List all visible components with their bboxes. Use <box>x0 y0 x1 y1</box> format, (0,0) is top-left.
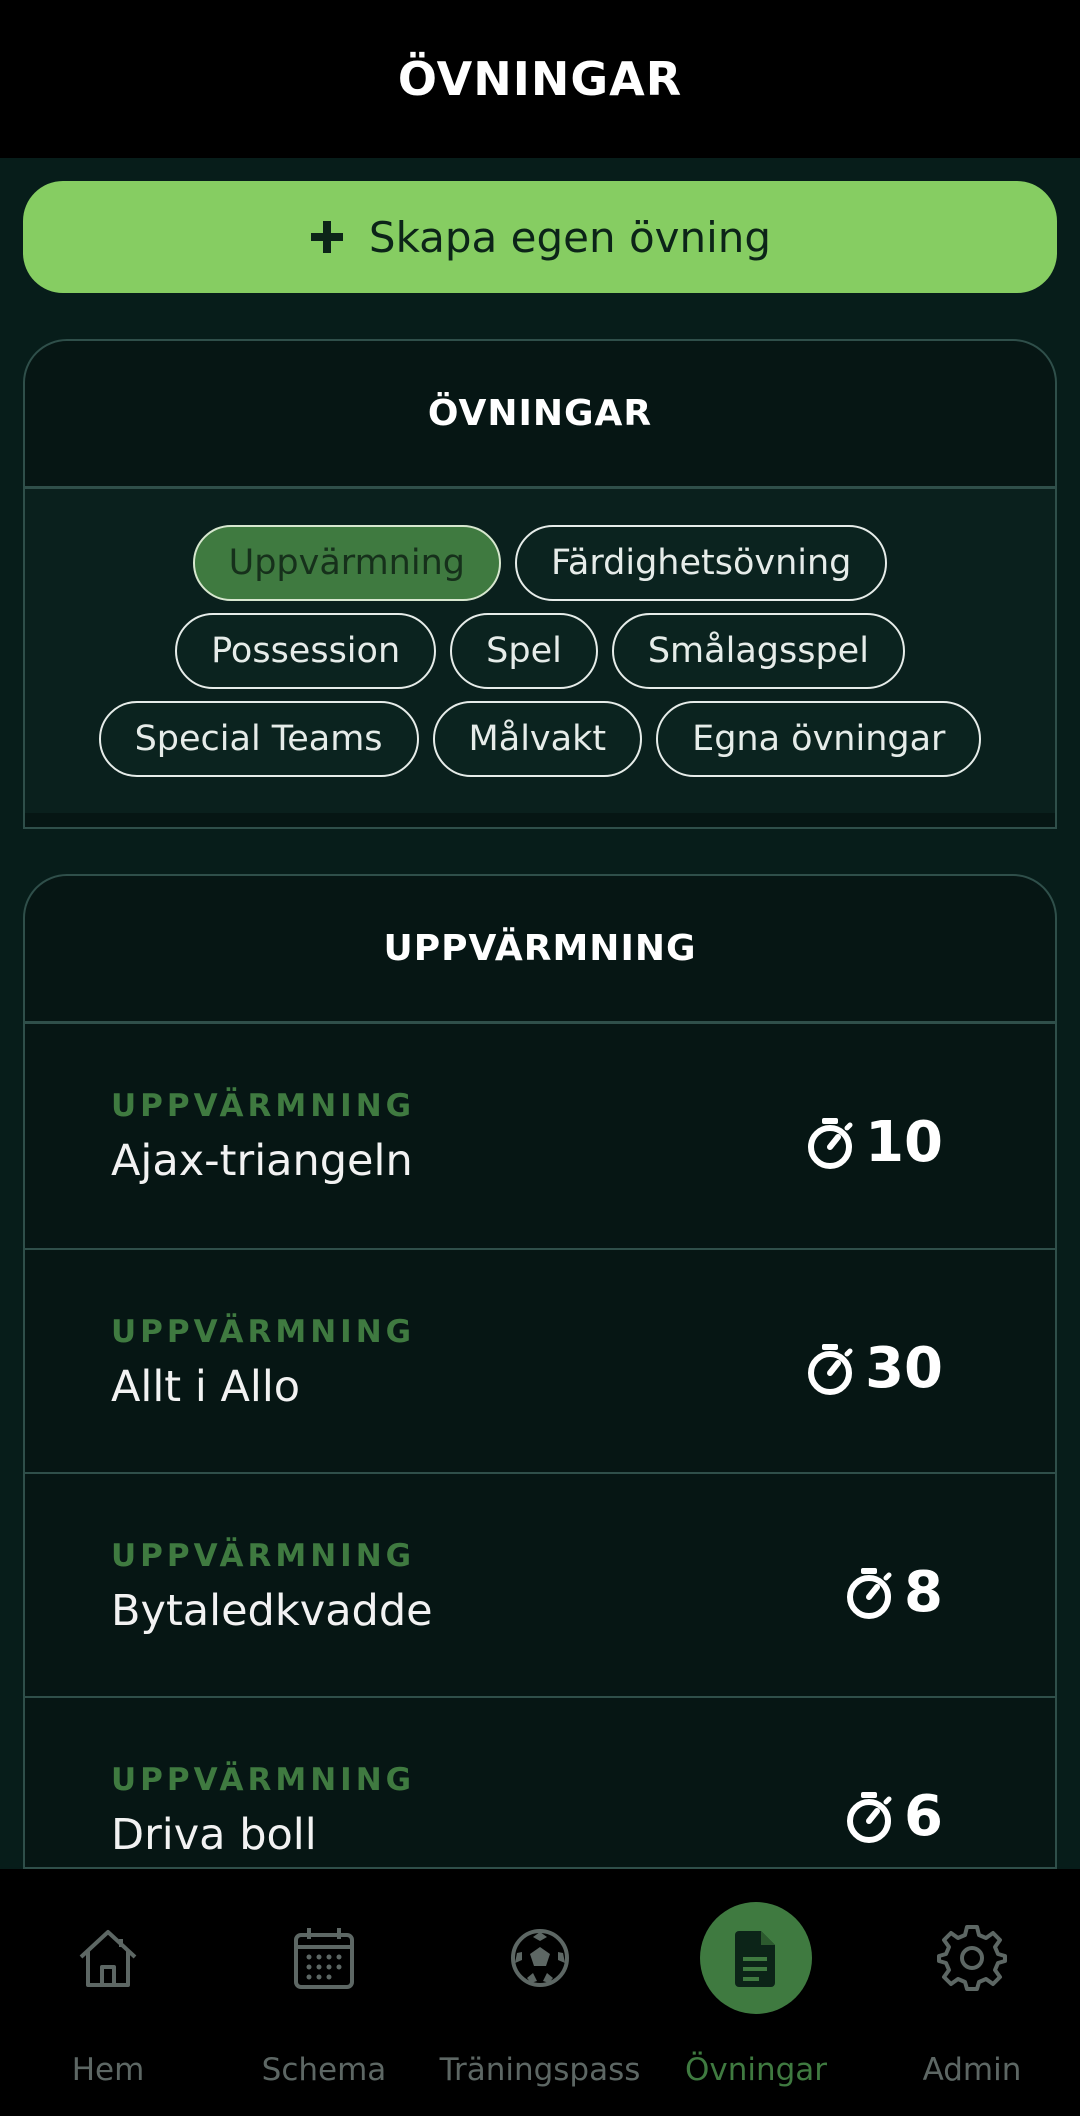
stopwatch-icon <box>847 1567 892 1619</box>
exercise-minutes: 30 <box>865 1336 943 1401</box>
exercise-duration: 30 <box>805 1336 943 1401</box>
plus-icon <box>310 221 343 253</box>
exercise-name: Allt i Allo <box>111 1362 301 1412</box>
exercise-minutes: 6 <box>904 1784 943 1849</box>
home-icon <box>52 1902 164 2014</box>
exercise-duration: 10 <box>805 1110 943 1175</box>
exercises-card: UPPVÄRMNING UPPVÄRMNING Ajax-triangeln 1… <box>23 874 1057 1869</box>
exercises-card-title: UPPVÄRMNING <box>25 876 1055 1024</box>
create-exercise-button[interactable]: Skapa egen övning <box>23 181 1057 293</box>
chip-smalagsspel[interactable]: Smålagsspel <box>611 613 905 689</box>
nav-ovningar[interactable]: Övningar <box>648 1869 864 2116</box>
filters-card-title: ÖVNINGAR <box>25 341 1055 489</box>
page-title: ÖVNINGAR <box>397 52 683 106</box>
calendar-icon <box>268 1902 380 2014</box>
filter-chips: Uppvärmning Färdighetsövning Possession … <box>25 489 1055 813</box>
nav-label: Hem <box>71 2052 145 2088</box>
stopwatch-icon <box>847 1791 892 1843</box>
nav-label: Träningspass <box>439 2052 641 2088</box>
chip-spel[interactable]: Spel <box>450 613 598 689</box>
exercise-minutes: 10 <box>865 1110 943 1175</box>
chip-uppvarmning[interactable]: Uppvärmning <box>192 525 501 601</box>
exercise-category: UPPVÄRMNING <box>111 1762 416 1798</box>
exercise-minutes: 8 <box>904 1560 943 1625</box>
soccer-ball-icon <box>484 1902 596 2014</box>
nav-label: Övningar <box>684 2052 828 2088</box>
create-exercise-label: Skapa egen övning <box>368 212 772 262</box>
filters-card: ÖVNINGAR Uppvärmning Färdighetsövning Po… <box>23 339 1057 829</box>
exercise-name: Bytaledkvadde <box>111 1586 433 1636</box>
stopwatch-icon <box>808 1343 853 1395</box>
chip-egna-ovningar[interactable]: Egna övningar <box>656 701 982 777</box>
exercise-item[interactable]: UPPVÄRMNING Ajax-triangeln 10 <box>25 1024 1055 1248</box>
nav-label: Schema <box>261 2052 387 2088</box>
bottom-navigation: Hem Schema Träningspass Övningar Admin <box>0 1869 1080 2116</box>
nav-hem[interactable]: Hem <box>0 1869 216 2116</box>
nav-label: Admin <box>922 2052 1022 2088</box>
gear-icon <box>916 1902 1028 2014</box>
exercise-name: Driva boll <box>111 1810 317 1860</box>
exercise-category: UPPVÄRMNING <box>111 1314 416 1350</box>
chip-fardighetsovning[interactable]: Färdighetsövning <box>514 525 888 601</box>
top-bar: ÖVNINGAR <box>0 0 1080 158</box>
exercise-duration: 8 <box>844 1560 943 1625</box>
exercise-list: UPPVÄRMNING Ajax-triangeln 10 UPPVÄRMNIN… <box>25 1024 1055 1867</box>
exercise-category: UPPVÄRMNING <box>111 1088 416 1124</box>
exercise-name: Ajax-triangeln <box>111 1136 413 1186</box>
exercise-category: UPPVÄRMNING <box>111 1538 416 1574</box>
stopwatch-icon <box>808 1117 853 1169</box>
exercise-item[interactable]: UPPVÄRMNING Bytaledkvadde 8 <box>25 1472 1055 1696</box>
nav-admin[interactable]: Admin <box>864 1869 1080 2116</box>
nav-schema[interactable]: Schema <box>216 1869 432 2116</box>
nav-traningspass[interactable]: Träningspass <box>432 1869 648 2116</box>
document-icon <box>700 1902 812 2014</box>
chip-possession[interactable]: Possession <box>175 613 437 689</box>
chip-special-teams[interactable]: Special Teams <box>98 701 419 777</box>
exercise-duration: 6 <box>844 1784 943 1849</box>
exercise-item[interactable]: UPPVÄRMNING Allt i Allo 30 <box>25 1248 1055 1472</box>
chip-malvakt[interactable]: Målvakt <box>432 701 643 777</box>
exercise-item[interactable]: UPPVÄRMNING Driva boll 6 <box>25 1696 1055 1867</box>
